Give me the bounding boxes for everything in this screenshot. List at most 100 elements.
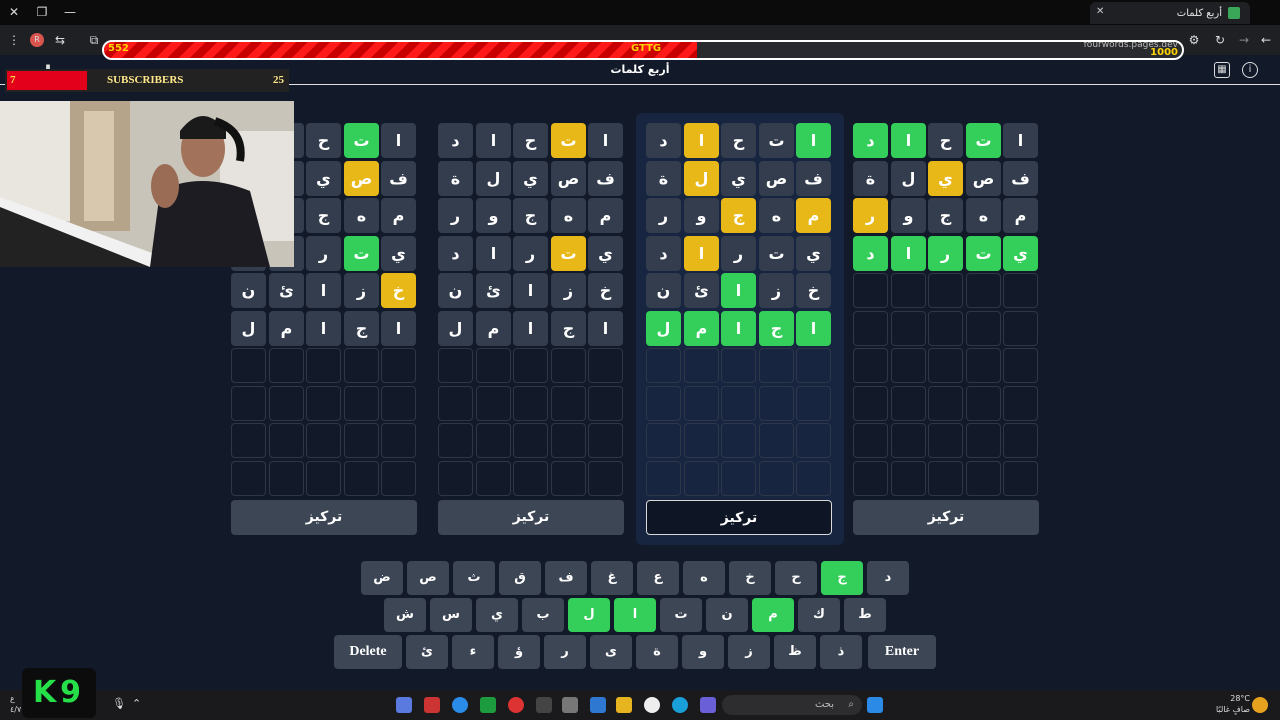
key[interactable]: و <box>682 635 724 669</box>
tile: م <box>476 310 511 346</box>
calendar-icon[interactable]: ▦ <box>1214 62 1230 78</box>
key[interactable]: ض <box>361 561 403 595</box>
empty-tile <box>269 385 304 421</box>
empty-tile <box>551 348 586 383</box>
copilot-icon[interactable] <box>700 697 716 713</box>
key[interactable]: ق <box>499 561 541 595</box>
key[interactable]: ب <box>522 598 564 632</box>
minimize-window-icon[interactable]: — <box>62 4 78 20</box>
tile: ت <box>551 235 586 271</box>
tile: ي <box>513 160 548 196</box>
tile: ر <box>928 235 963 271</box>
empty-tile <box>551 423 586 458</box>
discord-icon[interactable] <box>396 697 412 713</box>
key[interactable]: ث <box>453 561 495 595</box>
key[interactable]: ح <box>775 561 817 595</box>
key[interactable]: ج <box>821 561 863 595</box>
tray-chevron-icon[interactable]: ⌃ <box>132 697 148 713</box>
mail-icon[interactable] <box>590 697 606 713</box>
extensions-icon[interactable]: ⇆ <box>52 32 68 48</box>
chrome-icon[interactable] <box>452 697 468 713</box>
close-tab-icon[interactable]: ✕ <box>1096 6 1104 17</box>
empty-tile <box>1003 460 1038 496</box>
steam-icon[interactable] <box>644 697 660 713</box>
empty-tile <box>438 385 473 421</box>
file-explorer-icon[interactable] <box>616 697 632 713</box>
tile: ح <box>721 123 756 158</box>
empty-tile <box>588 348 623 383</box>
empty-tile <box>928 423 963 458</box>
empty-tile <box>759 385 794 421</box>
key[interactable]: ك <box>798 598 840 632</box>
key[interactable]: Enter <box>868 635 936 669</box>
app-icon[interactable] <box>536 697 552 713</box>
info-icon[interactable]: i <box>1242 62 1258 78</box>
tile: خ <box>796 273 831 308</box>
key[interactable]: ن <box>706 598 748 632</box>
tab-favicon-icon <box>1228 7 1240 19</box>
key[interactable]: س <box>430 598 472 632</box>
empty-tile <box>551 385 586 421</box>
key[interactable]: ز <box>728 635 770 669</box>
key[interactable]: ة <box>636 635 678 669</box>
key[interactable]: ع <box>637 561 679 595</box>
tile: ن <box>231 273 266 308</box>
tile: ص <box>759 160 794 196</box>
focus-button[interactable]: تركيز <box>853 500 1039 535</box>
key[interactable]: ر <box>544 635 586 669</box>
menu-icon[interactable]: ⋮ <box>6 32 22 48</box>
close-window-icon[interactable]: ✕ <box>6 4 22 20</box>
empty-tile <box>588 385 623 421</box>
key[interactable]: Delete <box>334 635 402 669</box>
site-settings-icon[interactable]: ⚙ <box>1186 32 1202 48</box>
tile: م <box>381 198 416 233</box>
focus-button[interactable]: تركيز <box>231 500 417 535</box>
reload-icon[interactable]: ↻ <box>1212 32 1228 48</box>
edge-icon[interactable] <box>672 697 688 713</box>
key[interactable]: ظ <box>774 635 816 669</box>
tile: د <box>646 123 681 158</box>
settings-icon[interactable] <box>562 697 578 713</box>
empty-tile <box>476 460 511 496</box>
key[interactable]: ؤ <box>498 635 540 669</box>
key[interactable]: م <box>752 598 794 632</box>
tile: ي <box>1003 235 1038 271</box>
focus-button[interactable]: تركيز <box>646 500 832 535</box>
forward-icon[interactable]: → <box>1236 32 1252 48</box>
opera-icon[interactable] <box>508 697 524 713</box>
focus-button[interactable]: تركيز <box>438 500 624 535</box>
tile: ج <box>344 310 379 346</box>
key[interactable]: ط <box>844 598 886 632</box>
browser-tab[interactable]: ✕ أربع كلمات <box>1090 2 1250 24</box>
key[interactable]: ذ <box>820 635 862 669</box>
obs-icon[interactable] <box>424 697 440 713</box>
tile: و <box>684 198 719 233</box>
key[interactable]: ى <box>590 635 632 669</box>
profile-avatar[interactable]: R <box>30 33 44 47</box>
tile: د <box>646 235 681 271</box>
empty-tile <box>231 460 266 496</box>
taskbar-search[interactable]: بحث ⌕ <box>722 695 862 715</box>
key[interactable]: ص <box>407 561 449 595</box>
restore-window-icon[interactable]: ❐ <box>34 4 50 20</box>
tab-search-icon[interactable]: ⧉ <box>86 32 102 48</box>
key[interactable]: ش <box>384 598 426 632</box>
key[interactable]: ف <box>545 561 587 595</box>
key[interactable]: ي <box>476 598 518 632</box>
key[interactable]: خ <box>729 561 771 595</box>
start-icon[interactable] <box>867 697 883 713</box>
key[interactable]: ء <box>452 635 494 669</box>
key[interactable]: غ <box>591 561 633 595</box>
key[interactable]: ت <box>660 598 702 632</box>
microphone-icon[interactable]: 🎙 <box>112 697 128 713</box>
key[interactable]: ل <box>568 598 610 632</box>
key[interactable]: ه <box>683 561 725 595</box>
key[interactable]: ا <box>614 598 656 632</box>
empty-tile <box>1003 385 1038 421</box>
back-icon[interactable]: ← <box>1258 32 1274 48</box>
tab-title: أربع كلمات <box>1176 7 1222 19</box>
xbox-icon[interactable] <box>480 697 496 713</box>
key[interactable]: د <box>867 561 909 595</box>
key[interactable]: ئ <box>406 635 448 669</box>
empty-tile <box>966 310 1001 346</box>
